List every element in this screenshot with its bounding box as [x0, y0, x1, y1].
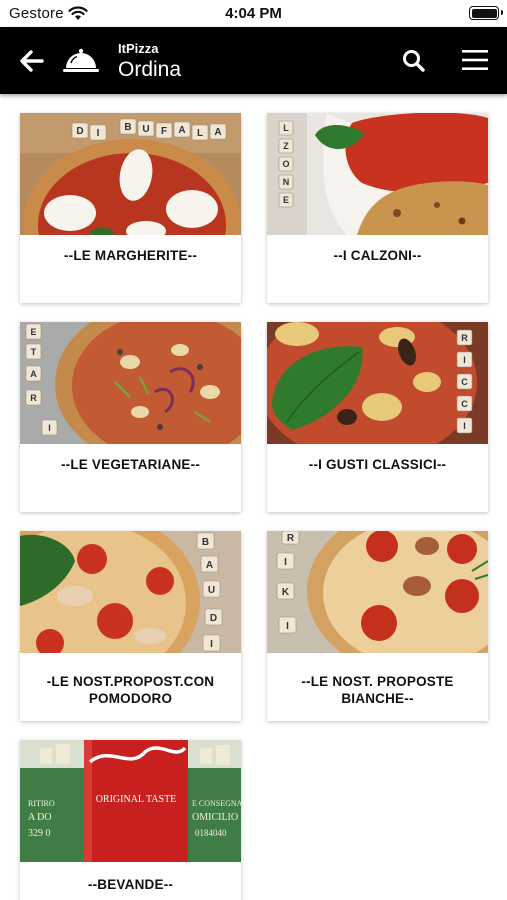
svg-text:A DO: A DO: [28, 812, 52, 823]
svg-text:E CONSEGNA: E CONSEGNA: [192, 799, 241, 808]
category-label: --LE NOST. PROPOSTE BIANCHE--: [301, 674, 454, 706]
svg-text:ORIGINAL TASTE: ORIGINAL TASTE: [96, 794, 177, 805]
category-image-bevande: ORIGINAL TASTE RITIRO A DO 329 0 E CONSE…: [20, 740, 241, 862]
search-icon[interactable]: [401, 48, 427, 74]
svg-text:I: I: [463, 355, 466, 365]
svg-text:O: O: [282, 159, 289, 169]
page-title: Ordina: [118, 58, 182, 81]
svg-text:D: D: [210, 613, 217, 624]
svg-text:I: I: [284, 557, 287, 568]
svg-text:E: E: [283, 195, 289, 205]
status-bar: Gestore 4:04 PM: [0, 0, 507, 27]
svg-text:R: R: [461, 333, 468, 343]
app-name: ItPizza: [118, 41, 159, 56]
category-image-vegetariane: E T A R I: [20, 322, 241, 444]
svg-text:K: K: [282, 587, 290, 598]
category-image-proposte-bianche: R I K I: [267, 531, 488, 653]
svg-text:L: L: [197, 128, 203, 139]
battery-icon: [469, 6, 503, 20]
app-header: ItPizza Ordina: [0, 27, 507, 94]
menu-icon[interactable]: [461, 48, 489, 72]
svg-text:A: A: [178, 125, 185, 136]
svg-text:A: A: [30, 369, 37, 379]
category-card-bevande[interactable]: ORIGINAL TASTE RITIRO A DO 329 0 E CONSE…: [20, 740, 241, 900]
category-card-margherite[interactable]: D I B U F A L A --LE MARGHERITE--: [20, 113, 241, 303]
svg-text:D: D: [76, 126, 83, 137]
svg-text:RITIRO: RITIRO: [28, 799, 55, 808]
svg-text:I: I: [97, 128, 100, 139]
category-label: --LE MARGHERITE--: [63, 248, 198, 263]
svg-text:L: L: [283, 123, 289, 133]
category-label: -LE NOST.PROPOST.CON POMODORO: [46, 674, 215, 706]
cloche-icon: [63, 48, 99, 72]
category-card-proposte-bianche[interactable]: R I K I --LE NOST. PROPOSTE BIANCHE--: [267, 531, 488, 721]
category-card-gusti-classici[interactable]: R I C C I --I GUSTI CLASSICI--: [267, 322, 488, 512]
svg-text:U: U: [142, 124, 149, 135]
category-card-proposte-pomodoro[interactable]: B A U D I -LE NOST.PROPOST.CON POMODORO: [20, 531, 241, 721]
category-label: --LE VEGETARIANE--: [60, 457, 201, 472]
svg-text:A: A: [206, 560, 213, 571]
back-arrow-icon[interactable]: [19, 48, 45, 74]
svg-text:C: C: [461, 399, 468, 409]
svg-text:I: I: [463, 421, 466, 431]
svg-text:Z: Z: [283, 141, 289, 151]
svg-text:T: T: [31, 347, 37, 357]
svg-text:I: I: [286, 621, 289, 632]
category-label: --I GUSTI CLASSICI--: [308, 457, 447, 472]
svg-text:0184040: 0184040: [195, 828, 227, 838]
category-card-calzoni[interactable]: L Z O N E --I CALZONI--: [267, 113, 488, 303]
svg-text:I: I: [210, 639, 213, 650]
status-time: 4:04 PM: [225, 5, 282, 22]
category-image-proposte-pomodoro: B A U D I: [20, 531, 241, 653]
svg-text:I: I: [48, 423, 51, 433]
svg-text:R: R: [30, 393, 37, 403]
svg-text:E: E: [30, 327, 36, 337]
category-card-vegetariane[interactable]: E T A R I --LE VEGETARIANE--: [20, 322, 241, 512]
svg-text:329 0: 329 0: [28, 828, 51, 839]
category-label: --BEVANDE--: [87, 877, 174, 892]
svg-text:R: R: [287, 533, 295, 544]
svg-text:A: A: [214, 127, 221, 138]
svg-text:B: B: [124, 122, 131, 133]
svg-text:F: F: [161, 126, 167, 137]
category-grid: D I B U F A L A --LE MARGHERITE-- L Z O …: [0, 94, 507, 900]
category-label: --I CALZONI--: [333, 248, 422, 263]
svg-text:N: N: [283, 177, 290, 187]
svg-text:C: C: [461, 377, 468, 387]
category-image-calzoni: L Z O N E: [267, 113, 488, 235]
category-image-gusti-classici: R I C C I: [267, 322, 488, 444]
svg-text:B: B: [202, 537, 209, 548]
svg-text:OMICILIO: OMICILIO: [192, 812, 238, 823]
svg-text:U: U: [208, 585, 215, 596]
category-image-margherite: D I B U F A L A: [20, 113, 241, 235]
